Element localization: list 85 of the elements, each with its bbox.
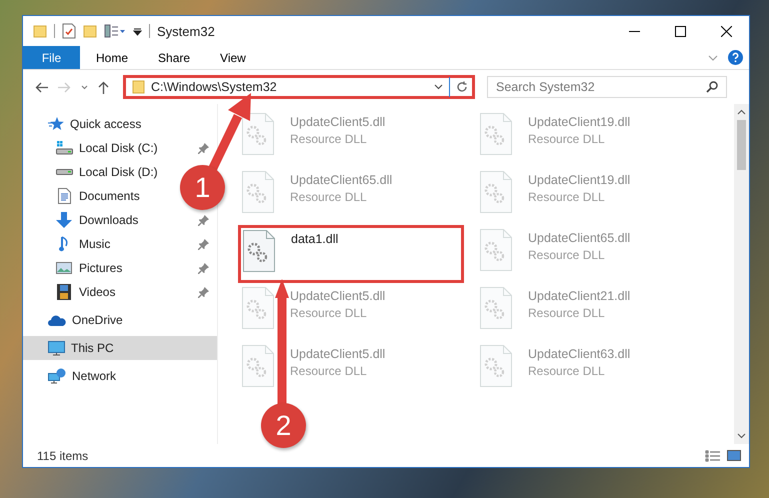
scrollbar[interactable] (734, 104, 749, 444)
window-title: System32 (157, 24, 215, 38)
music-note-icon (59, 236, 69, 252)
monitor-icon (48, 340, 65, 356)
pin-icon[interactable] (198, 214, 209, 226)
drive-icon (56, 141, 72, 155)
file-name: data1.dll (291, 232, 338, 246)
picture-icon (56, 262, 72, 274)
drive-icon (56, 169, 72, 175)
film-strip-icon (57, 284, 71, 300)
file-type: Resource DLL (528, 364, 606, 378)
nav-item[interactable]: Local Disk (D:) (79, 165, 158, 179)
gear-file-icon (243, 230, 275, 272)
gear-file-icon (480, 171, 512, 213)
up-arrow-icon[interactable] (98, 80, 109, 94)
ribbon-tab[interactable]: View (206, 46, 260, 69)
file-name: UpdateClient63.dll (528, 347, 630, 361)
file-type: Resource DLL (528, 306, 606, 320)
file-type: Resource DLL (528, 190, 606, 204)
scroll-up-icon[interactable] (737, 109, 746, 115)
nav-item[interactable]: Pictures (79, 261, 122, 275)
file-type: Resource DLL (528, 132, 606, 146)
file-name: UpdateClient65.dll (290, 173, 392, 187)
tiles-view-icon[interactable] (727, 450, 741, 461)
file-name: UpdateClient5.dll (290, 115, 386, 129)
close-icon (720, 26, 732, 36)
search-icon (706, 81, 718, 93)
pin-icon[interactable] (198, 142, 209, 154)
ribbon-tab[interactable]: Share (144, 46, 204, 69)
item-count: 115 items (37, 448, 88, 462)
file-name: UpdateClient19.dll (528, 173, 630, 187)
file-type: Resource DLL (290, 190, 368, 204)
nav-item[interactable]: Quick access (23, 112, 217, 136)
details-view-icon[interactable] (705, 450, 721, 462)
folder-icon (132, 80, 145, 94)
download-arrow-icon (56, 212, 72, 228)
nav-item[interactable]: Downloads (79, 213, 138, 227)
file-name: UpdateClient65.dll (528, 231, 630, 245)
gear-file-icon (242, 345, 274, 387)
file-item[interactable]: data1.dll (238, 225, 464, 283)
scroll-down-icon[interactable] (737, 433, 746, 439)
pin-icon[interactable] (198, 238, 209, 250)
gear-file-icon (480, 229, 512, 271)
search-field[interactable]: Search System32 (487, 76, 727, 98)
properties-icon[interactable] (62, 23, 76, 39)
back-arrow-icon[interactable] (35, 82, 48, 92)
file-tab[interactable]: File (23, 46, 80, 69)
gear-file-icon (480, 345, 512, 387)
ribbon-tab[interactable]: Home (82, 46, 142, 69)
pin-icon[interactable] (198, 262, 209, 274)
nav-item[interactable]: Videos (79, 285, 116, 299)
caret-icon[interactable] (133, 26, 142, 36)
gear-file-icon (480, 287, 512, 329)
gear-file-icon (480, 113, 512, 155)
nav-item[interactable]: Documents (79, 189, 140, 203)
chevron-down-icon[interactable] (81, 84, 88, 90)
nav-item[interactable]: This PC (23, 336, 217, 360)
file-name: UpdateClient21.dll (528, 289, 630, 303)
file-name: UpdateClient5.dll (290, 347, 386, 361)
file-type: Resource DLL (528, 248, 606, 262)
gear-file-icon (242, 287, 274, 329)
network-icon (48, 368, 66, 384)
cloud-icon (48, 314, 66, 326)
file-type: Resource DLL (290, 132, 368, 146)
pin-icon[interactable] (198, 286, 209, 298)
star-icon (48, 117, 64, 131)
nav-item[interactable]: Network (23, 364, 217, 388)
view-options-icon[interactable] (104, 24, 126, 38)
maximize-icon (674, 26, 686, 36)
document-icon (58, 188, 70, 204)
address-path: C:\Windows\System32 (151, 80, 278, 94)
address-bar[interactable]: C:\Windows\System32 (123, 75, 475, 99)
file-name: UpdateClient19.dll (528, 115, 630, 129)
help-icon[interactable] (728, 50, 743, 65)
gear-file-icon (242, 171, 274, 213)
file-type: Resource DLL (290, 364, 368, 378)
scroll-thumb[interactable] (737, 120, 746, 170)
file-name: UpdateClient5.dll (290, 289, 386, 303)
chevron-down-icon[interactable] (434, 84, 443, 90)
file-type: Resource DLL (290, 306, 368, 320)
nav-item[interactable]: Local Disk (C:) (79, 141, 158, 155)
gear-file-icon (242, 113, 274, 155)
nav-item[interactable]: Music (79, 237, 110, 251)
refresh-icon[interactable] (456, 81, 468, 93)
nav-item[interactable]: OneDrive (23, 308, 217, 332)
